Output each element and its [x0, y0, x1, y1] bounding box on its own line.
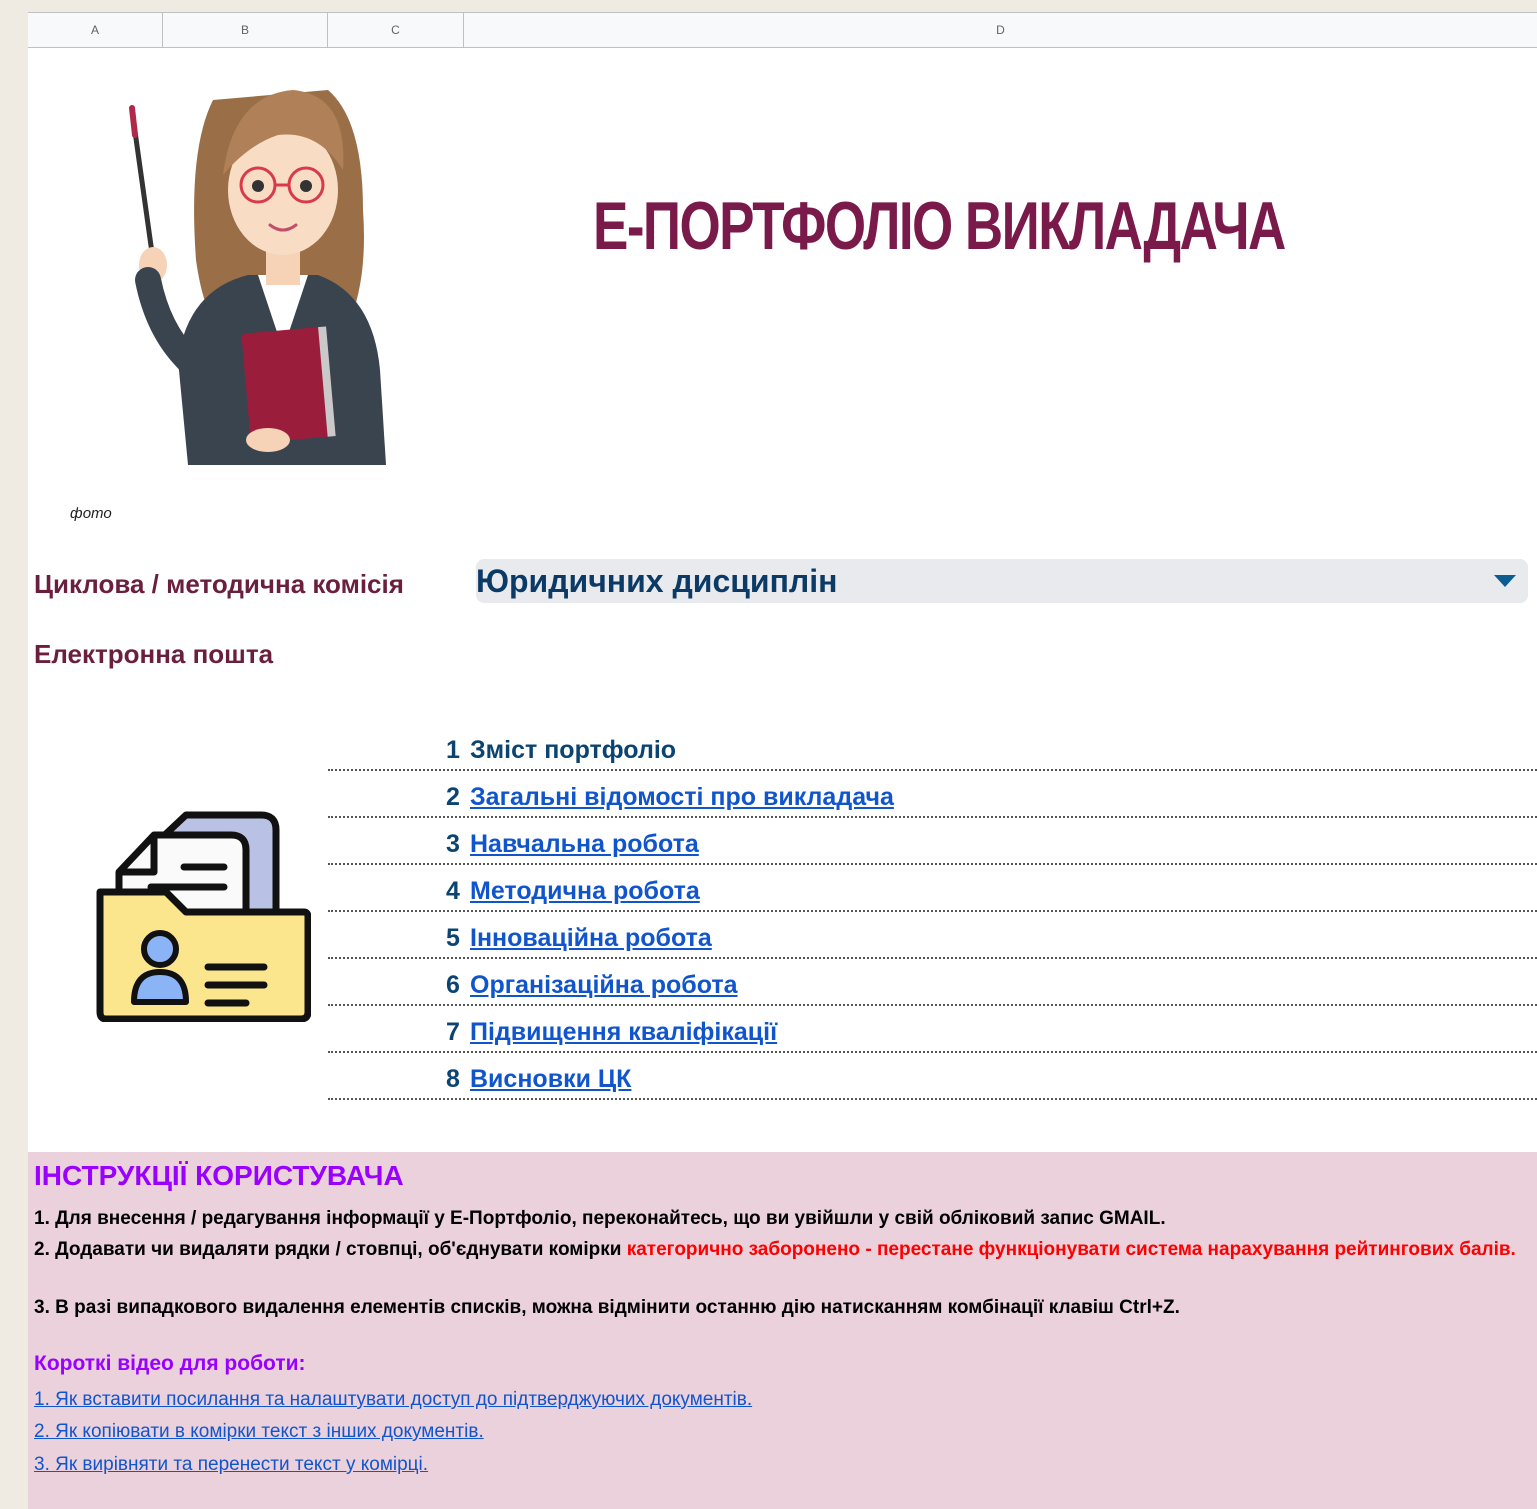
email-cell[interactable] — [476, 632, 1528, 672]
toc-item-qualification[interactable]: 7 Підвищення кваліфікації — [328, 1004, 1537, 1053]
user-instructions-panel: ІНСТРУКЦІЇ КОРИСТУВАЧА 1. Для внесення /… — [28, 1152, 1537, 1509]
toc-link-conclusions[interactable]: Висновки ЦК — [470, 1065, 631, 1094]
toc-number: 8 — [446, 1065, 460, 1093]
instruction-line-3: 3. В разі випадкового видалення елементі… — [34, 1297, 1180, 1318]
videos-title: Короткі відео для роботи: — [34, 1352, 306, 1375]
toc-item-general-info[interactable]: 2 Загальні відомості про викладача — [328, 769, 1537, 818]
toc-link-methodical-work[interactable]: Методична робота — [470, 877, 700, 906]
instruction-line-1: 1. Для внесення / редагування інформації… — [34, 1208, 1166, 1229]
toc-item-teaching-work[interactable]: 3 Навчальна робота — [328, 816, 1537, 865]
toc-item-innovation-work[interactable]: 5 Інноваційна робота — [328, 910, 1537, 959]
video-link-align-text[interactable]: 3. Як вирівняти та перенести текст у ком… — [34, 1454, 428, 1476]
toc-link-innovation-work[interactable]: Інноваційна робота — [470, 924, 712, 953]
instructions-title: ІНСТРУКЦІЇ КОРИСТУВАЧА — [34, 1160, 404, 1191]
instruction-warning-dash: - — [860, 1239, 877, 1260]
toc-item-conclusions[interactable]: 8 Висновки ЦК — [328, 1051, 1537, 1100]
toc-number: 6 — [446, 971, 460, 999]
instruction-line-2: 2. Додавати чи видаляти рядки / стовпці,… — [34, 1236, 1524, 1263]
column-header-b[interactable]: B — [163, 13, 328, 47]
teacher-illustration — [129, 90, 386, 465]
toc-number: 7 — [446, 1018, 460, 1046]
toc-item-methodical-work[interactable]: 4 Методична робота — [328, 863, 1537, 912]
video-link-insert-links[interactable]: 1. Як вставити посилання та налаштувати … — [34, 1389, 752, 1411]
commission-label: Циклова / методична комісія — [34, 569, 404, 599]
toc-number: 5 — [446, 924, 460, 952]
toc-link-qualification[interactable]: Підвищення кваліфікації — [470, 1018, 777, 1047]
portfolio-folder-icon — [96, 811, 311, 1022]
column-header-c[interactable]: C — [328, 13, 464, 47]
page-title: Е-ПОРТФОЛІО ВИКЛАДАЧА — [593, 188, 1286, 264]
instruction-line-2-text: 2. Додавати чи видаляти рядки / стовпці,… — [34, 1239, 627, 1260]
toc-label: Зміст портфоліо — [470, 736, 677, 764]
toc-link-general-info[interactable]: Загальні відомості про викладача — [470, 783, 894, 812]
toc-item-organizational-work[interactable]: 6 Організаційна робота — [328, 957, 1537, 1006]
email-label: Електронна пошта — [34, 639, 274, 669]
toc-number: 2 — [446, 783, 460, 811]
dropdown-arrow-icon[interactable] — [1494, 575, 1516, 587]
toc-number: 4 — [446, 877, 460, 905]
toc-number: 3 — [446, 830, 460, 858]
spreadsheet: A B C D Е-ПОРТФОЛІО ВИКЛАДАЧА фото Цикло… — [28, 12, 1537, 1509]
commission-dropdown-value: Юридичних дисциплін — [476, 563, 838, 599]
photo-caption: фото — [70, 505, 112, 522]
instruction-warning-consequence: перестане функціонувати система нарахува… — [876, 1239, 1516, 1260]
column-header-a[interactable]: A — [28, 13, 163, 47]
column-header-d[interactable]: D — [464, 13, 1537, 47]
commission-dropdown[interactable]: Юридичних дисциплін — [476, 559, 1528, 603]
video-link-copy-text[interactable]: 2. Як копіювати в комірки текст з інших … — [34, 1421, 484, 1443]
toc-link-teaching-work[interactable]: Навчальна робота — [470, 830, 699, 859]
column-header-bar: A B C D — [28, 12, 1537, 48]
instruction-warning-forbidden: категорично заборонено — [626, 1239, 861, 1260]
toc-link-organizational-work[interactable]: Організаційна робота — [470, 971, 738, 1000]
toc-item-contents: 1 Зміст портфоліо — [328, 722, 1537, 771]
toc-number: 1 — [446, 736, 460, 764]
